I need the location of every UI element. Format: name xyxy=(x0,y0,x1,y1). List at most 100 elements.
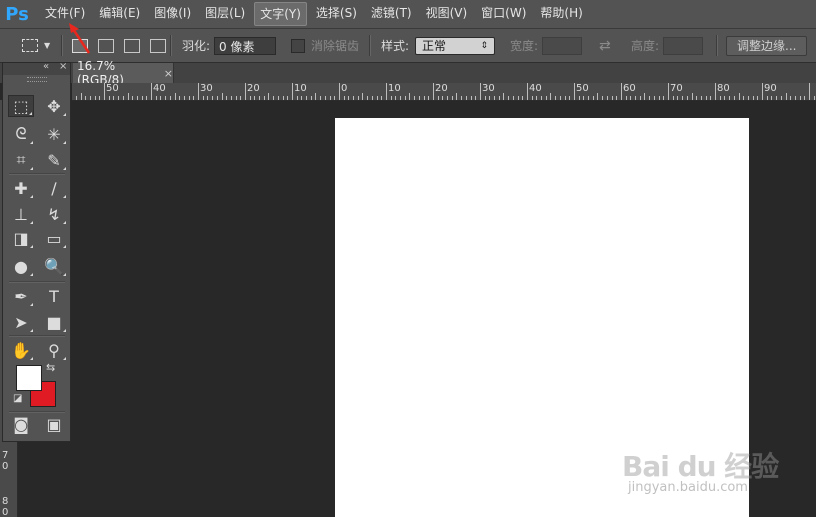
menu-item[interactable]: 文件(F) xyxy=(40,2,90,24)
brush-icon: ∕ xyxy=(51,178,57,198)
panel-grip[interactable] xyxy=(27,77,47,82)
close-panel-icon[interactable]: × xyxy=(59,61,67,72)
select-arrows-icon: ⇕ xyxy=(480,40,489,51)
watermark-url: jingyan.baidu.com xyxy=(628,480,748,495)
menu-item[interactable]: 帮助(H) xyxy=(535,2,587,24)
screen-mode-icon: ▣ xyxy=(46,414,62,434)
blur-tool[interactable]: ● xyxy=(8,255,34,277)
eyedropper-tool[interactable]: ✎ xyxy=(41,149,67,171)
quick-mask-icon: ◙ xyxy=(13,414,29,434)
path-selection-tool[interactable]: ➤ xyxy=(8,311,34,333)
quick-mask-button[interactable]: ◙ xyxy=(8,413,34,435)
crop-icon: ⌗ xyxy=(16,150,26,169)
magic-wand-tool[interactable]: ✳ xyxy=(41,123,67,145)
zoom-icon: ⚲ xyxy=(48,340,60,360)
eyedropper-icon: ✎ xyxy=(47,150,61,170)
path-selection-icon: ➤ xyxy=(14,312,28,332)
brush-tool[interactable]: ∕ xyxy=(41,177,67,199)
type-tool[interactable]: T xyxy=(41,285,67,307)
ruler-label: 10 xyxy=(294,83,307,94)
menu-item[interactable]: 滤镜(T) xyxy=(366,2,417,24)
document-tab[interactable]: 16.7%(RGB/8) × xyxy=(73,59,174,87)
subtract-from-selection-icon[interactable] xyxy=(124,38,140,53)
antialias-checkbox[interactable] xyxy=(291,38,305,53)
history-brush-tool[interactable]: ↯ xyxy=(41,203,67,225)
ruler-label: 7 0 xyxy=(2,450,9,472)
ruler-label: 8 0 xyxy=(2,496,9,517)
pen-icon: ✒ xyxy=(14,286,28,306)
rectangular-marquee-tool[interactable]: ⬚ xyxy=(8,95,34,117)
clone-stamp-icon: ⊥ xyxy=(14,204,28,224)
menu-item[interactable]: 图层(L) xyxy=(200,2,250,24)
move-tool[interactable]: ✥ xyxy=(41,95,67,117)
screen-mode-button[interactable]: ▣ xyxy=(41,413,67,435)
menu-bar: Ps 文件(F) 编辑(E) 图像(I) 图层(L) 文字(Y) 选择(S) 滤镜(T) 视图… xyxy=(0,0,816,29)
eraser-icon: ◨ xyxy=(13,228,29,248)
ruler-label: 30 xyxy=(482,83,495,94)
eraser-tool[interactable]: ◨ xyxy=(8,227,34,249)
dodge-icon: 🔍 xyxy=(44,256,64,276)
healing-brush-icon: ✚ xyxy=(14,178,28,198)
collapse-panel-icon[interactable]: « xyxy=(43,61,49,72)
swap-colors-icon[interactable]: ⇆ xyxy=(46,361,55,374)
feather-input[interactable]: 0 像素 xyxy=(214,36,277,55)
style-select[interactable]: 正常 ⇕ xyxy=(415,36,496,55)
menu-item[interactable]: 文字(Y) xyxy=(254,2,307,26)
move-icon: ✥ xyxy=(47,96,61,116)
marquee-icon xyxy=(22,39,38,52)
add-to-selection-icon[interactable] xyxy=(98,38,114,53)
ruler-label: 10 xyxy=(388,83,401,94)
horizontal-ruler[interactable]: 50 40 30 20 10 0 10 20 30 40 50 60 70 80 90 xyxy=(72,83,816,101)
height-label: 高度: xyxy=(631,39,660,53)
ruler-label: 30 xyxy=(200,83,213,94)
default-colors-icon[interactable]: ◪ xyxy=(13,393,22,404)
options-bar: ▼ 羽化: 0 像素 消除锯齿 样式: 正常 ⇕ 宽度: ⇄ 高度: 调整边缘.… xyxy=(0,29,816,63)
crop-tool[interactable]: ⌗ xyxy=(8,149,34,171)
style-label: 样式: xyxy=(381,39,410,53)
dropdown-arrow-icon: ▼ xyxy=(44,41,51,50)
new-selection-icon[interactable] xyxy=(72,38,88,53)
gradient-tool[interactable]: ▭ xyxy=(41,227,67,249)
ruler-label: 50 xyxy=(576,83,589,94)
menu-item[interactable]: 图像(I) xyxy=(149,2,196,24)
width-input[interactable] xyxy=(542,36,583,55)
hand-icon: ✋ xyxy=(11,340,31,360)
pen-tool[interactable]: ✒ xyxy=(8,285,34,307)
ruler-label: 20 xyxy=(247,83,260,94)
close-icon[interactable]: × xyxy=(164,67,173,80)
menu-item[interactable]: 窗口(W) xyxy=(476,2,531,24)
tools-panel: « × ⬚ ✥ ᘓ ✳ ⌗ ✎ ✚ ∕ ⊥ ↯ ◨ ▭ ● 🔍 ✒ T ➤ ■ ✋ ⚲ ◙ ▣ ⇆ ◪ xyxy=(2,61,71,442)
zoom-tool[interactable]: ⚲ xyxy=(41,339,67,361)
tools-panel-header[interactable]: « × xyxy=(3,61,70,75)
ruler-label: 40 xyxy=(153,83,166,94)
menu-item[interactable]: 选择(S) xyxy=(311,2,362,24)
healing-brush-tool[interactable]: ✚ xyxy=(8,177,34,199)
watermark-logo: Bai du 经验 xyxy=(622,450,779,483)
swap-dimensions-icon[interactable]: ⇄ xyxy=(599,38,611,54)
blur-icon: ● xyxy=(14,256,28,276)
ruler-label: 60 xyxy=(623,83,636,94)
ruler-label: 20 xyxy=(435,83,448,94)
ruler-label: 0 xyxy=(341,83,348,94)
menu-item[interactable]: 视图(V) xyxy=(421,2,473,24)
lasso-tool[interactable]: ᘓ xyxy=(8,123,34,145)
lasso-icon: ᘓ xyxy=(15,124,27,143)
refine-edge-button[interactable]: 调整边缘... xyxy=(726,35,808,56)
gradient-icon: ▭ xyxy=(46,228,62,248)
selection-mode-group xyxy=(72,29,166,62)
rectangle-tool[interactable]: ■ xyxy=(41,311,67,333)
style-value: 正常 xyxy=(422,38,447,53)
ruler-label: 50 xyxy=(106,83,119,94)
ruler-label: 80 xyxy=(717,83,730,94)
intersect-selection-icon[interactable] xyxy=(150,38,166,53)
height-input[interactable] xyxy=(663,36,704,55)
feather-label: 羽化: xyxy=(182,39,211,53)
dodge-tool[interactable]: 🔍 xyxy=(41,255,67,277)
hand-tool[interactable]: ✋ xyxy=(8,339,34,361)
menu-item[interactable]: 编辑(E) xyxy=(94,2,145,24)
marquee-preset-picker[interactable]: ▼ xyxy=(22,29,50,62)
antialias-label: 消除锯齿 xyxy=(311,39,360,53)
foreground-color-swatch[interactable] xyxy=(16,365,42,391)
clone-stamp-tool[interactable]: ⊥ xyxy=(8,203,34,225)
history-brush-icon: ↯ xyxy=(47,204,61,224)
